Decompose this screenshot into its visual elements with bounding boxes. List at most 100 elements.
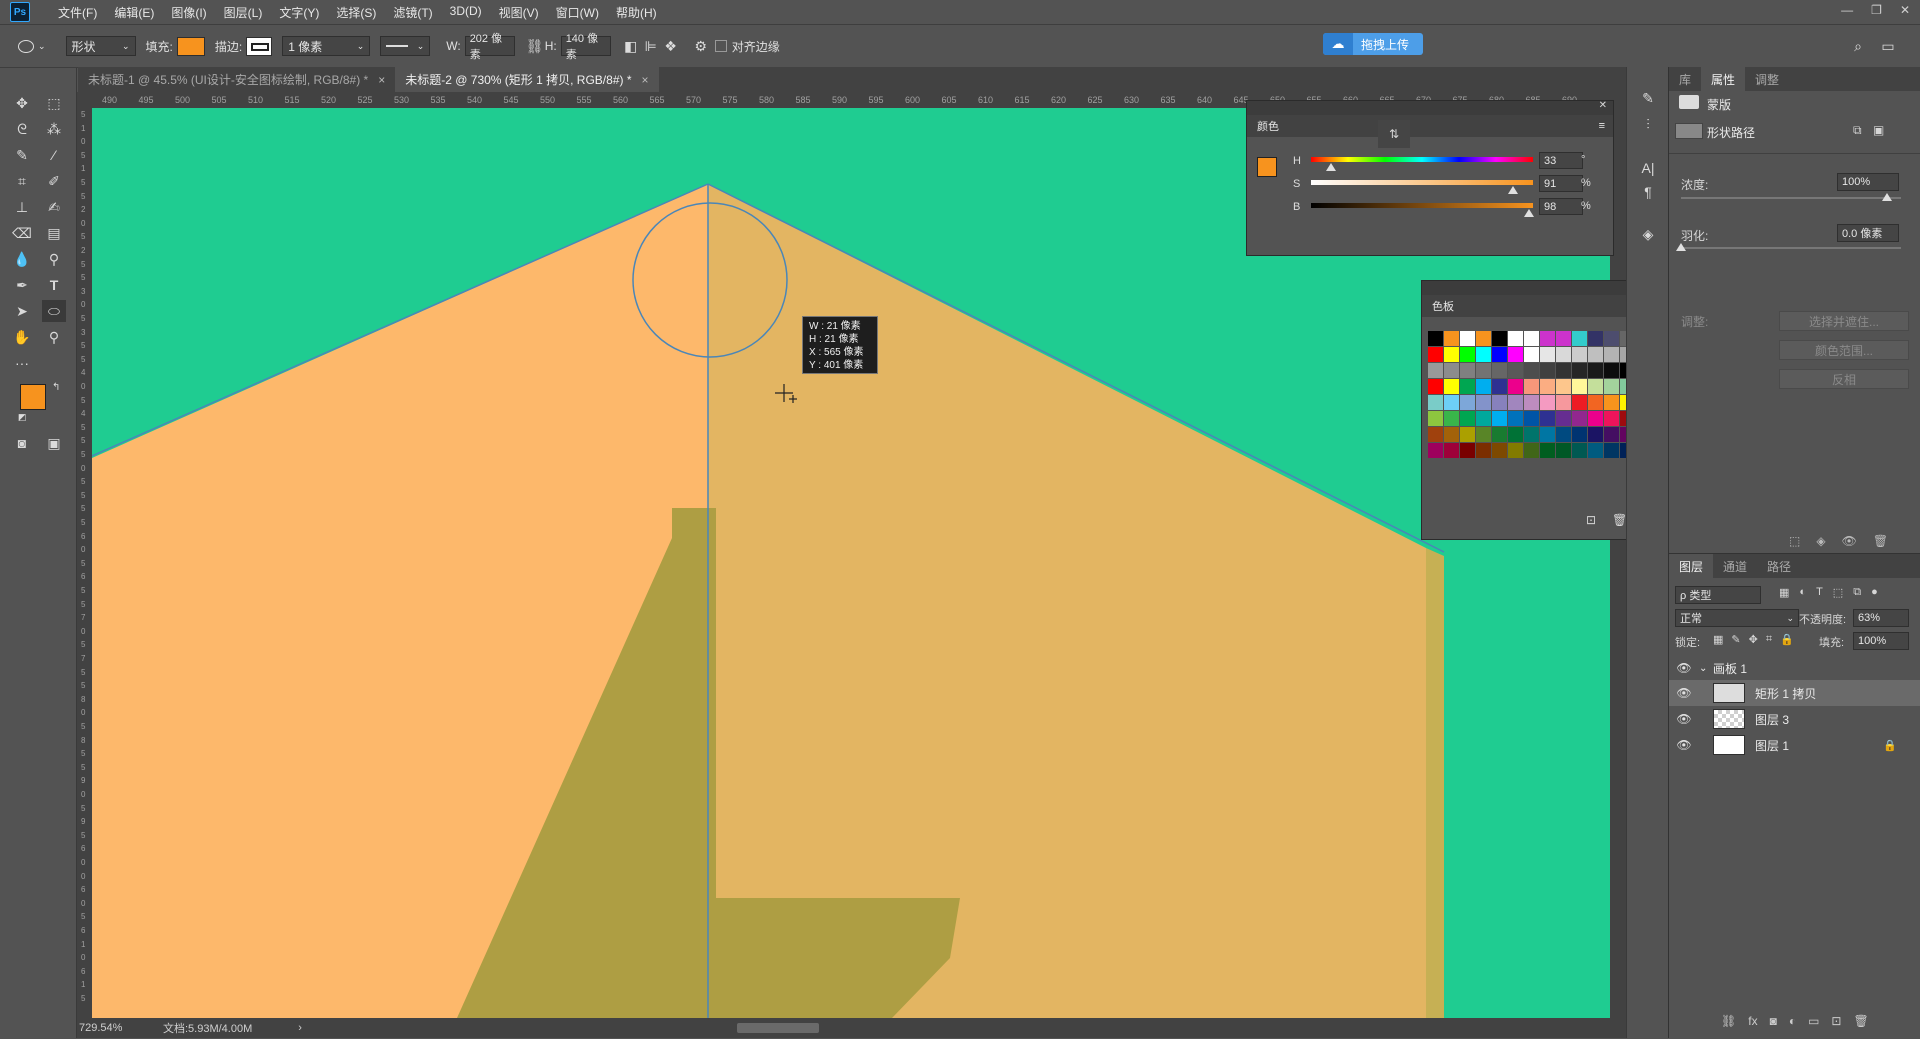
color-swatch[interactable] bbox=[1460, 363, 1475, 378]
new-layer-icon[interactable]: ⊡ bbox=[1831, 1014, 1841, 1028]
load-selection-icon[interactable]: ⬚ bbox=[1789, 534, 1800, 548]
color-swatch[interactable] bbox=[1588, 395, 1603, 410]
width-input[interactable]: 202 像素 bbox=[464, 33, 515, 61]
color-swatch[interactable] bbox=[1556, 379, 1571, 394]
color-swatch[interactable] bbox=[1428, 411, 1443, 426]
color-swatch[interactable] bbox=[1444, 411, 1459, 426]
layer-row-artboard[interactable]: 👁 ⌄ 画板 1 bbox=[1669, 655, 1920, 681]
pen-tool-icon[interactable]: ✒ bbox=[10, 274, 34, 296]
upload-button[interactable]: ☁ 拖拽上传 bbox=[1323, 33, 1423, 55]
lock-transparent-icon[interactable]: ▦ bbox=[1713, 633, 1723, 646]
add-mask-icon[interactable]: ◙ bbox=[1770, 1014, 1777, 1028]
tab-document-2[interactable]: 未标题-2 @ 730% (矩形 1 拷贝, RGB/8#) * × bbox=[395, 67, 659, 92]
quick-mask-icon[interactable]: ◙ bbox=[10, 432, 34, 454]
color-swatch[interactable] bbox=[1524, 379, 1539, 394]
link-icon[interactable]: ⛓ bbox=[525, 36, 545, 56]
color-swatch[interactable] bbox=[1460, 379, 1475, 394]
gear-icon[interactable]: ⚙ bbox=[691, 36, 711, 56]
color-swatch[interactable] bbox=[1556, 363, 1571, 378]
menu-item[interactable]: 选择(S) bbox=[336, 4, 376, 21]
expand-chevron-icon[interactable]: ⌄ bbox=[1699, 663, 1713, 674]
color-swatch[interactable] bbox=[1540, 379, 1555, 394]
tab-adjustments[interactable]: 调整 bbox=[1745, 67, 1789, 91]
menu-item[interactable]: 图像(I) bbox=[171, 4, 206, 21]
color-swatch[interactable] bbox=[1508, 363, 1523, 378]
search-icon[interactable]: ⌕ bbox=[1848, 36, 1868, 56]
color-swatch[interactable] bbox=[1492, 379, 1507, 394]
tab-document-1[interactable]: 未标题-1 @ 45.5% (UI设计-安全图标绘制, RGB/8#) * × bbox=[78, 67, 396, 92]
history-panel-icon[interactable]: ✎ bbox=[1636, 87, 1660, 109]
zoom-level[interactable]: 729.54% bbox=[79, 1022, 149, 1034]
color-swatch[interactable] bbox=[1428, 395, 1443, 410]
adjustment-layer-icon[interactable]: ◐ bbox=[1789, 1014, 1796, 1028]
color-swatch[interactable] bbox=[1476, 443, 1491, 458]
magic-wand-tool-icon[interactable]: ⁂ bbox=[42, 118, 66, 140]
color-swatch[interactable] bbox=[1604, 411, 1619, 426]
crop-tool-icon[interactable]: ⌗ bbox=[10, 170, 34, 192]
color-swatch[interactable] bbox=[1540, 395, 1555, 410]
color-swatch[interactable] bbox=[1492, 443, 1507, 458]
menu-item[interactable]: 滤镜(T) bbox=[393, 4, 432, 21]
color-swatch[interactable] bbox=[1556, 427, 1571, 442]
zoom-tool-icon[interactable]: ⚲ bbox=[42, 326, 66, 348]
filter-pixel-icon[interactable]: ▦ bbox=[1779, 586, 1789, 599]
color-swatch[interactable] bbox=[1508, 347, 1523, 362]
color-swatch[interactable] bbox=[1508, 443, 1523, 458]
color-swatch[interactable] bbox=[1460, 427, 1475, 442]
color-swatch[interactable] bbox=[1476, 331, 1491, 346]
close-icon[interactable]: ✕ bbox=[1900, 3, 1910, 17]
menu-item[interactable]: 文件(F) bbox=[58, 4, 97, 21]
color-swatch[interactable] bbox=[1492, 395, 1507, 410]
color-swatch[interactable] bbox=[1556, 395, 1571, 410]
select-and-mask-button[interactable]: 选择并遮住... bbox=[1779, 311, 1909, 331]
eye-icon[interactable]: 👁 bbox=[1842, 534, 1857, 548]
tab-paths[interactable]: 路径 bbox=[1757, 554, 1801, 578]
lasso-tool-icon[interactable]: ᘓ bbox=[10, 118, 34, 140]
opacity-input[interactable]: 63% bbox=[1853, 609, 1909, 627]
type-tool-icon[interactable]: T bbox=[42, 274, 66, 296]
color-swatch[interactable] bbox=[1588, 363, 1603, 378]
stamp-tool-icon[interactable]: ⊥ bbox=[10, 196, 34, 218]
color-swatch[interactable] bbox=[1428, 347, 1443, 362]
color-swatch[interactable] bbox=[1444, 347, 1459, 362]
color-swatch[interactable] bbox=[1540, 427, 1555, 442]
color-swatch[interactable] bbox=[1604, 395, 1619, 410]
density-slider-thumb[interactable] bbox=[1882, 193, 1892, 201]
blend-mode-select[interactable]: 正常 ⌄ bbox=[1675, 609, 1799, 627]
stroke-color-swatch[interactable] bbox=[246, 36, 273, 56]
color-swatch[interactable] bbox=[1524, 411, 1539, 426]
color-swatch[interactable] bbox=[1508, 395, 1523, 410]
color-swatch[interactable] bbox=[1428, 427, 1443, 442]
color-swatch[interactable] bbox=[1524, 331, 1539, 346]
menu-item[interactable]: 编辑(E) bbox=[114, 4, 154, 21]
color-swatch[interactable] bbox=[1444, 443, 1459, 458]
character-panel-icon[interactable]: A| bbox=[1636, 157, 1660, 179]
filter-type-icon[interactable]: T bbox=[1816, 586, 1823, 599]
color-swatch[interactable] bbox=[1428, 363, 1443, 378]
stroke-width-select[interactable]: 1 像素 ⌄ bbox=[282, 36, 371, 56]
color-swatch[interactable] bbox=[1540, 443, 1555, 458]
vector-mask-thumb[interactable] bbox=[1675, 123, 1703, 139]
screen-mode-icon[interactable]: ▣ bbox=[42, 432, 66, 454]
fx-icon[interactable]: fx bbox=[1748, 1014, 1757, 1028]
tab-channels[interactable]: 通道 bbox=[1713, 554, 1757, 578]
color-swatch[interactable] bbox=[1604, 427, 1619, 442]
eraser-tool-icon[interactable]: ⌫ bbox=[10, 222, 34, 244]
hand-tool-icon[interactable]: ✋ bbox=[10, 326, 34, 348]
density-input[interactable]: 100% bbox=[1837, 173, 1899, 191]
color-swatch[interactable] bbox=[1460, 347, 1475, 362]
color-swatch[interactable] bbox=[1572, 427, 1587, 442]
color-swatch[interactable] bbox=[1588, 347, 1603, 362]
color-swatch[interactable] bbox=[1588, 379, 1603, 394]
menu-item[interactable]: 文字(Y) bbox=[279, 4, 319, 21]
color-swatch[interactable] bbox=[1492, 411, 1507, 426]
color-swatch[interactable] bbox=[1588, 331, 1603, 346]
color-swatch[interactable] bbox=[1492, 331, 1507, 346]
hsb-slider-track[interactable] bbox=[1311, 180, 1533, 185]
color-swatch[interactable] bbox=[1588, 427, 1603, 442]
hsb-slider-track[interactable] bbox=[1311, 203, 1533, 208]
hsb-value-input[interactable]: 91 bbox=[1539, 175, 1583, 192]
panel-drag-bar[interactable]: ✕ bbox=[1422, 280, 1654, 295]
blur-tool-icon[interactable]: 💧 bbox=[10, 248, 34, 270]
color-swatch[interactable] bbox=[1540, 363, 1555, 378]
